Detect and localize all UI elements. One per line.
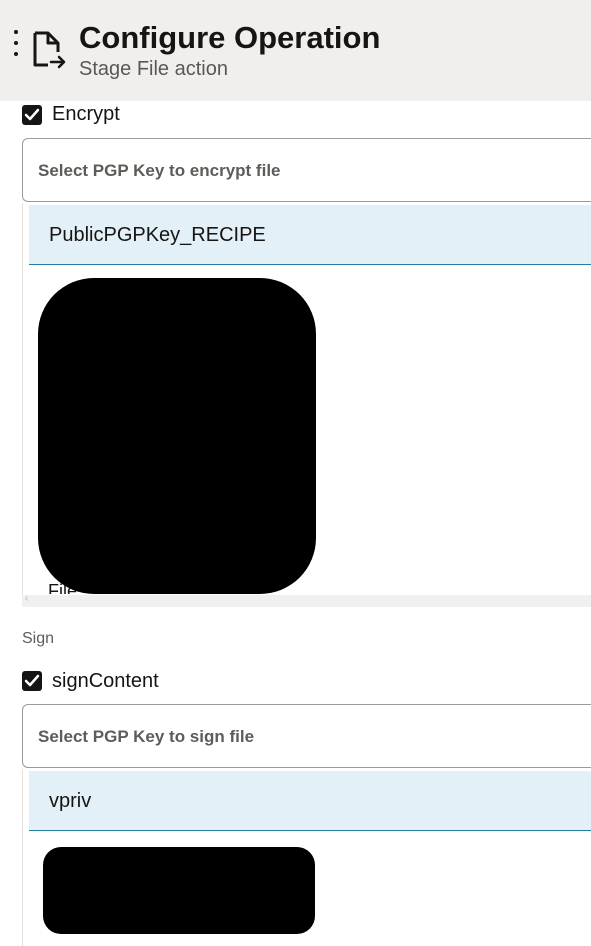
page-header: Configure Operation Stage File action [0,0,591,101]
encrypt-key-select-placeholder: Select PGP Key to encrypt file [38,161,281,180]
encrypt-checkbox-label[interactable]: Encrypt [52,103,120,126]
redacted-region [43,847,315,934]
sign-key-list-item-selected[interactable]: vpriv [29,771,591,831]
sign-key-select-placeholder: Select PGP Key to sign file [38,727,255,746]
encrypt-key-select[interactable]: Select PGP Key to encrypt file [22,138,591,202]
sign-content-checkbox[interactable] [22,671,42,691]
sign-content-checkbox-label[interactable]: signContent [52,670,159,693]
encrypt-key-list-item-selected[interactable]: PublicPGPKey_RECIPE [29,205,591,265]
sign-section-label: Sign [22,630,55,647]
horizontal-scrollbar[interactable]: ‹ [22,593,591,607]
page-subtitle: Stage File action [79,58,228,80]
encrypt-key-list-item-label: PublicPGPKey_RECIPE [49,224,266,246]
kebab-menu-icon[interactable] [10,30,22,56]
page-title: Configure Operation [79,20,381,55]
encrypt-checkbox[interactable] [22,105,42,125]
scroll-left-arrow-icon[interactable]: ‹ [25,593,28,604]
checkmark-icon [24,108,40,121]
sign-key-select[interactable]: Select PGP Key to sign file [22,704,591,768]
redacted-region [38,278,316,594]
sign-key-list-item-label: vpriv [49,790,92,812]
checkmark-icon [24,674,40,687]
document-export-icon [33,31,66,69]
